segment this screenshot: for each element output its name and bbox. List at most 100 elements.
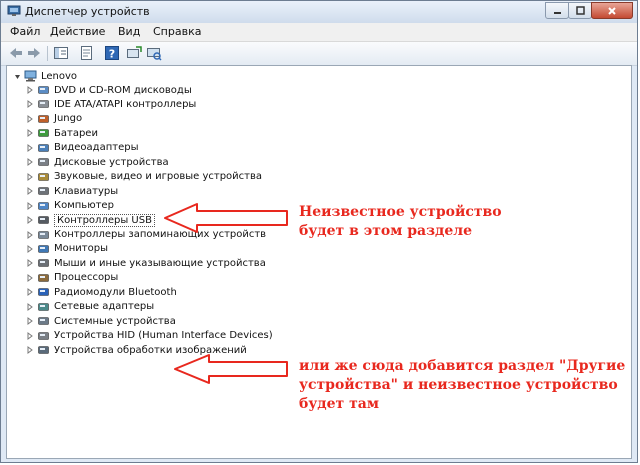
expand-icon[interactable] <box>26 258 34 268</box>
expand-icon[interactable] <box>26 186 34 196</box>
disk-drive-icon <box>38 158 49 167</box>
expand-icon[interactable] <box>26 273 34 283</box>
keyboard-icon <box>38 187 49 195</box>
triangle-right-icon <box>27 346 33 355</box>
sound-icon <box>38 172 49 181</box>
menu-bar: Файл Действие Вид Справка <box>1 23 637 42</box>
expand-icon[interactable] <box>26 128 34 138</box>
expand-icon[interactable] <box>26 345 34 355</box>
triangle-right-icon <box>27 230 33 239</box>
device-manager-window: Диспетчер устройств Файл Действие Вид Сп… <box>0 0 638 463</box>
jungo-icon <box>38 115 49 123</box>
triangle-right-icon <box>27 216 33 225</box>
imaging-device-icon <box>38 346 49 354</box>
tree-item[interactable]: Звуковые, видео и игровые устройства <box>26 170 262 184</box>
menu-help[interactable]: Справка <box>153 25 201 38</box>
ide-controller-icon <box>38 100 49 109</box>
back-arrow-icon[interactable] <box>8 45 24 61</box>
triangle-right-icon <box>27 288 33 297</box>
tree-item[interactable]: Контроллеры USB <box>26 213 155 227</box>
tree-item[interactable]: Видеоадаптеры <box>26 141 138 155</box>
menu-action[interactable]: Действие <box>50 25 105 38</box>
hid-icon <box>38 331 49 340</box>
tree-item[interactable]: Устройства HID (Human Interface Devices) <box>26 329 273 343</box>
expand-icon[interactable] <box>26 316 34 326</box>
title-bar[interactable]: Диспетчер устройств <box>1 1 637 23</box>
window-controls <box>545 2 633 20</box>
toolbar-separator <box>47 46 48 61</box>
tree-item[interactable]: Мыши и иные указывающие устройства <box>26 256 266 270</box>
expand-icon[interactable] <box>26 85 34 95</box>
close-button[interactable] <box>591 2 633 19</box>
tree-item[interactable]: Компьютер <box>26 199 114 213</box>
triangle-right-icon <box>27 201 33 210</box>
expand-icon[interactable] <box>26 172 34 182</box>
tree-item-label: Мыши и иные указывающие устройства <box>54 257 266 269</box>
tree-item-label: Батареи <box>54 127 98 139</box>
properties-icon[interactable] <box>78 45 94 61</box>
tree-item[interactable]: Клавиатуры <box>26 184 118 198</box>
expand-icon[interactable] <box>26 201 34 211</box>
tree-item[interactable]: DVD и CD-ROM дисководы <box>26 83 192 97</box>
triangle-right-icon <box>27 273 33 282</box>
computer-icon <box>38 201 49 210</box>
minimize-button[interactable] <box>545 2 569 19</box>
tree-item[interactable]: Батареи <box>26 126 98 140</box>
tree-item[interactable]: Процессоры <box>26 271 118 285</box>
scan-hardware-icon[interactable] <box>146 45 162 61</box>
tree-item-label: Сетевые адаптеры <box>54 301 155 313</box>
tree-item[interactable]: Дисковые устройства <box>26 155 169 169</box>
annotation-first-line2: будет в этом разделе <box>299 223 473 239</box>
annotation-first-line1: Неизвестное устройство <box>299 204 502 220</box>
expand-icon[interactable] <box>26 331 34 341</box>
tree-item[interactable]: Системные устройства <box>26 314 176 328</box>
annotation-second-line3: будет там <box>299 396 379 412</box>
expand-icon[interactable] <box>26 99 34 109</box>
triangle-right-icon <box>27 259 33 268</box>
expand-icon[interactable] <box>26 215 34 225</box>
menu-view[interactable]: Вид <box>118 25 140 38</box>
tree-item-label: DVD и CD-ROM дисководы <box>54 84 192 96</box>
triangle-right-icon <box>27 100 33 109</box>
tree-item-label: Дисковые устройства <box>54 156 169 168</box>
show-hide-tree-icon[interactable] <box>53 45 69 61</box>
toolbar: ? <box>1 42 637 66</box>
help-icon[interactable]: ? <box>104 45 120 61</box>
tree-item[interactable]: Сетевые адаптеры <box>26 300 154 314</box>
tree-item-label: Системные устройства <box>54 315 176 327</box>
tree-item-label: IDE ATA/ATAPI контроллеры <box>54 98 197 110</box>
expand-icon[interactable] <box>26 157 34 167</box>
triangle-right-icon <box>27 317 33 326</box>
expand-icon[interactable] <box>26 287 34 297</box>
tree-item-label: Звуковые, видео и игровые устройства <box>54 171 263 183</box>
tree-item[interactable]: Jungo <box>26 112 82 126</box>
svg-text:?: ? <box>109 48 115 61</box>
tree-item[interactable]: Мониторы <box>26 242 108 256</box>
close-icon <box>608 6 616 15</box>
tree-root[interactable]: Lenovo <box>13 69 77 83</box>
expand-icon[interactable] <box>26 244 34 254</box>
expand-icon[interactable] <box>26 302 34 312</box>
forward-arrow-icon[interactable] <box>26 45 42 61</box>
annotation-arrow-left <box>174 354 288 384</box>
annotation-first: Неизвестное устройство будет в этом разд… <box>299 203 502 241</box>
expand-icon[interactable] <box>26 230 34 240</box>
tree-item[interactable]: Радиомодули Bluetooth <box>26 285 177 299</box>
expand-icon[interactable] <box>26 143 34 153</box>
maximize-button[interactable] <box>568 2 592 19</box>
collapse-icon[interactable] <box>13 71 21 81</box>
tree-root-label: Lenovo <box>41 70 78 82</box>
menu-file[interactable]: Файл <box>10 25 40 38</box>
expand-icon[interactable] <box>26 114 34 124</box>
triangle-right-icon <box>27 187 33 196</box>
usb-icon <box>38 216 49 224</box>
dvd-drive-icon <box>38 86 49 94</box>
tree-item-label: Клавиатуры <box>54 185 119 197</box>
annotation-second: или же сюда добавится раздел "Другие уст… <box>299 357 625 414</box>
battery-icon <box>38 129 49 138</box>
monitor-icon <box>38 245 49 253</box>
tree-item[interactable]: IDE ATA/ATAPI контроллеры <box>26 97 196 111</box>
tree-item-label: Мониторы <box>54 243 108 255</box>
tree-item-label: Радиомодули Bluetooth <box>54 286 177 298</box>
update-driver-icon[interactable] <box>126 45 142 61</box>
